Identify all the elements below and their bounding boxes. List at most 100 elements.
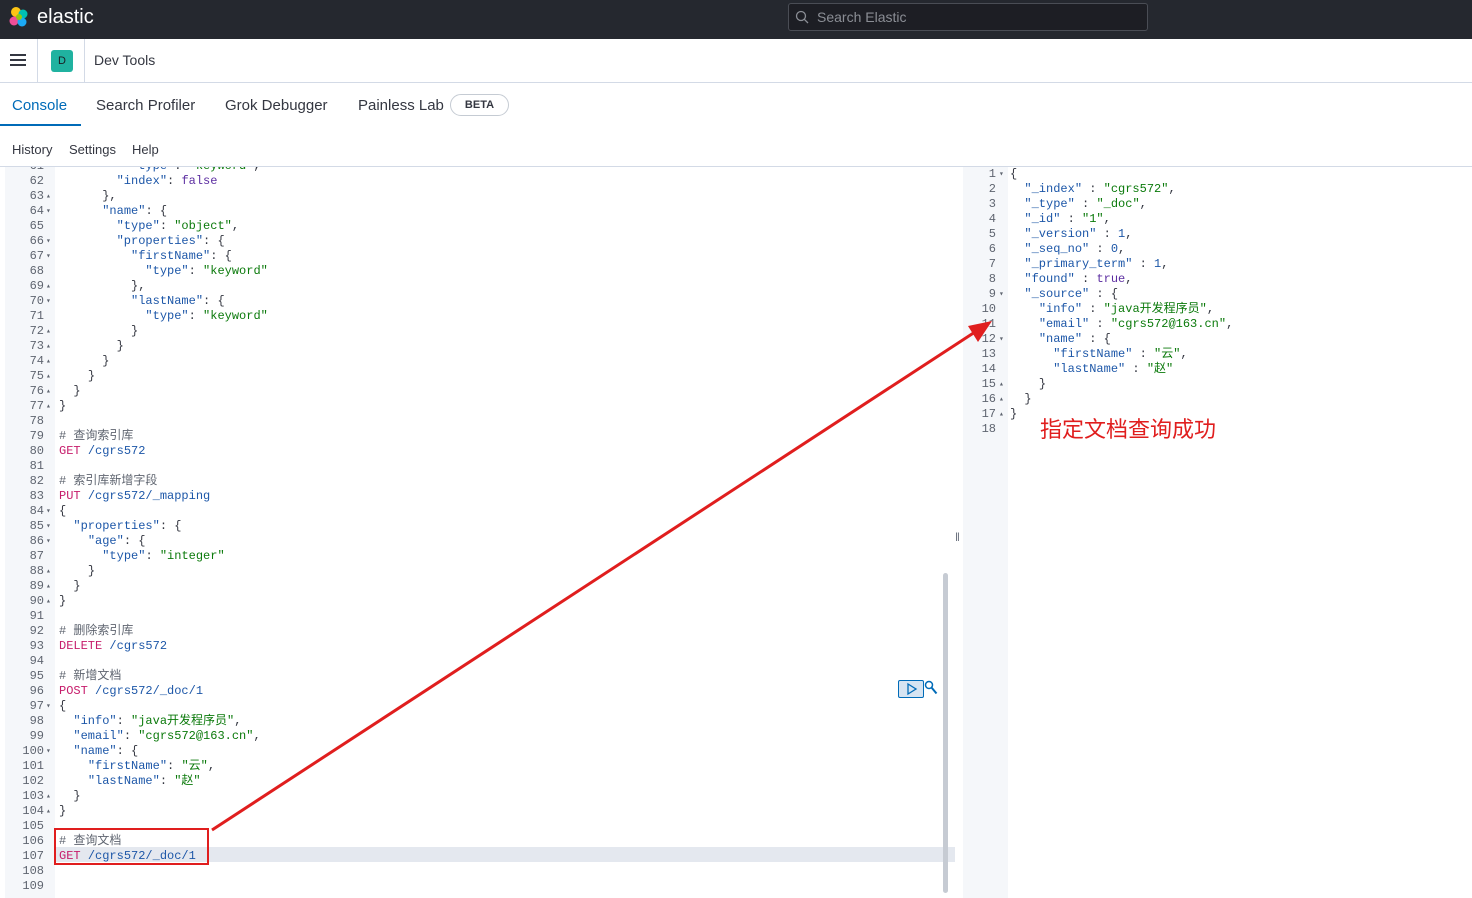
editor-line[interactable]: 67 ▾ "firstName": {	[0, 249, 955, 264]
editor-line[interactable]: 80 GET /cgrs572	[0, 444, 955, 459]
editor-line[interactable]: 86 ▾ "age": {	[0, 534, 955, 549]
output-line: 6 "_seq_no" : 0,	[963, 242, 1472, 257]
editor-line[interactable]: 72 ▴ }	[0, 324, 955, 339]
editor-line[interactable]: 101 "firstName": "云",	[0, 759, 955, 774]
editor-line[interactable]: 87 "type": "integer"	[0, 549, 955, 564]
editor-line[interactable]: 103 ▴ }	[0, 789, 955, 804]
fold-toggle-icon[interactable]: ▴	[46, 399, 51, 414]
editor-line[interactable]: 94	[0, 654, 955, 669]
code-text: },	[131, 279, 146, 293]
editor-line[interactable]: 97 ▾ {	[0, 699, 955, 714]
editor-line[interactable]: 89 ▴ }	[0, 579, 955, 594]
breadcrumb[interactable]: Dev Tools	[94, 52, 155, 68]
tab-grok-debugger[interactable]: Grok Debugger	[225, 97, 328, 114]
editor-line[interactable]: 73 ▴ }	[0, 339, 955, 354]
line-number: 18	[981, 422, 996, 436]
fold-toggle-icon[interactable]: ▾	[46, 504, 51, 519]
output-line: 4 "_id" : "1",	[963, 212, 1472, 227]
search-input[interactable]: Search Elastic	[788, 3, 1148, 31]
history-link[interactable]: History	[12, 142, 52, 157]
logo-text[interactable]: elastic	[37, 6, 94, 29]
fold-toggle-icon[interactable]: ▴	[46, 324, 51, 339]
fold-toggle-icon[interactable]: ▴	[46, 339, 51, 354]
fold-toggle-icon[interactable]: ▴	[46, 579, 51, 594]
fold-toggle-icon[interactable]: ▴	[999, 377, 1004, 392]
fold-toggle-icon[interactable]: ▾	[46, 294, 51, 309]
resize-grip-icon[interactable]: ‖	[955, 530, 960, 544]
editor-line[interactable]: 71 "type": "keyword"	[0, 309, 955, 324]
fold-toggle-icon[interactable]: ▾	[46, 234, 51, 249]
editor-line[interactable]: 64 ▾ "name": {	[0, 204, 955, 219]
help-link[interactable]: Help	[132, 142, 159, 157]
fold-toggle-icon[interactable]: ▴	[46, 564, 51, 579]
editor-line[interactable]: 62 "index": false	[0, 174, 955, 189]
fold-toggle-icon[interactable]: ▴	[46, 789, 51, 804]
fold-toggle-icon[interactable]: ▴	[46, 279, 51, 294]
editor-line[interactable]: 100 ▾ "name": {	[0, 744, 955, 759]
fold-toggle-icon[interactable]: ▴	[46, 369, 51, 384]
editor-line[interactable]: 78	[0, 414, 955, 429]
editor-line[interactable]: 96 POST /cgrs572/_doc/1	[0, 684, 955, 699]
line-number: 68	[29, 264, 44, 278]
fold-toggle-icon[interactable]: ▴	[46, 594, 51, 609]
editor-line[interactable]: 88 ▴ }	[0, 564, 955, 579]
editor-line[interactable]: 99 "email": "cgrs572@163.cn",	[0, 729, 955, 744]
editor-line[interactable]: 74 ▴ }	[0, 354, 955, 369]
editor-line[interactable]: 75 ▴ }	[0, 369, 955, 384]
settings-link[interactable]: Settings	[69, 142, 116, 157]
fold-toggle-icon[interactable]: ▾	[46, 249, 51, 264]
editor-line[interactable]: 68 "type": "keyword"	[0, 264, 955, 279]
editor-line[interactable]: 81	[0, 459, 955, 474]
fold-toggle-icon[interactable]: ▴	[999, 392, 1004, 407]
editor-line[interactable]: 91	[0, 609, 955, 624]
editor-line[interactable]: 82 # 索引库新增字段	[0, 474, 955, 489]
fold-toggle-icon[interactable]: ▾	[999, 167, 1004, 182]
fold-toggle-icon[interactable]: ▾	[46, 699, 51, 714]
code-text: {	[59, 699, 67, 713]
editor-line[interactable]: 98 "info": "java开发程序员",	[0, 714, 955, 729]
space-avatar[interactable]: D	[51, 50, 73, 72]
fold-toggle-icon[interactable]: ▾	[46, 744, 51, 759]
editor-line[interactable]: 76 ▴ }	[0, 384, 955, 399]
editor-line[interactable]: 84 ▾ {	[0, 504, 955, 519]
request-editor[interactable]: 61 "type": "keyword",62 "index": false63…	[0, 167, 955, 898]
fold-toggle-icon[interactable]: ▴	[46, 384, 51, 399]
editor-line[interactable]: 85 ▾ "properties": {	[0, 519, 955, 534]
editor-line[interactable]: 95 # 新增文档	[0, 669, 955, 684]
menu-toggle-icon[interactable]	[10, 54, 26, 66]
elastic-logo-icon[interactable]	[8, 6, 30, 28]
fold-toggle-icon[interactable]: ▴	[46, 354, 51, 369]
editor-line[interactable]: 61 "type": "keyword",	[0, 167, 955, 174]
send-request-button[interactable]	[898, 680, 924, 698]
editor-line[interactable]: 90 ▴}	[0, 594, 955, 609]
tab-search-profiler[interactable]: Search Profiler	[96, 97, 195, 114]
editor-line[interactable]: 102 "lastName": "赵"	[0, 774, 955, 789]
editor-line[interactable]: 83 PUT /cgrs572/_mapping	[0, 489, 955, 504]
editor-line[interactable]: 70 ▾ "lastName": {	[0, 294, 955, 309]
wrench-icon[interactable]	[924, 680, 938, 696]
fold-toggle-icon[interactable]: ▾	[46, 204, 51, 219]
editor-line[interactable]: 63 ▴ },	[0, 189, 955, 204]
fold-toggle-icon[interactable]: ▾	[999, 287, 1004, 302]
tab-console[interactable]: Console	[12, 97, 67, 114]
fold-toggle-icon[interactable]: ▴	[999, 407, 1004, 422]
output-line: 1 ▾ {	[963, 167, 1472, 182]
editor-line[interactable]: 108	[0, 864, 955, 879]
editor-line[interactable]: 65 "type": "object",	[0, 219, 955, 234]
editor-line[interactable]: 93 DELETE /cgrs572	[0, 639, 955, 654]
fold-toggle-icon[interactable]: ▾	[46, 519, 51, 534]
search-icon	[795, 10, 809, 24]
fold-toggle-icon[interactable]: ▴	[46, 804, 51, 819]
response-output[interactable]: 1 ▾{2 "_index" : "cgrs572", 3 "_type" : "_…	[963, 167, 1472, 898]
editor-line[interactable]: 79 # 查询索引库	[0, 429, 955, 444]
fold-toggle-icon[interactable]: ▾	[999, 332, 1004, 347]
editor-line[interactable]: 69 ▴ },	[0, 279, 955, 294]
editor-line[interactable]: 92 # 删除索引库	[0, 624, 955, 639]
fold-toggle-icon[interactable]: ▴	[46, 189, 51, 204]
tab-painless-lab[interactable]: Painless Lab	[358, 97, 444, 114]
fold-toggle-icon[interactable]: ▾	[46, 534, 51, 549]
editor-line[interactable]: 104 ▴}	[0, 804, 955, 819]
editor-line[interactable]: 109	[0, 879, 955, 894]
editor-line[interactable]: 77 ▴}	[0, 399, 955, 414]
editor-line[interactable]: 66 ▾ "properties": {	[0, 234, 955, 249]
